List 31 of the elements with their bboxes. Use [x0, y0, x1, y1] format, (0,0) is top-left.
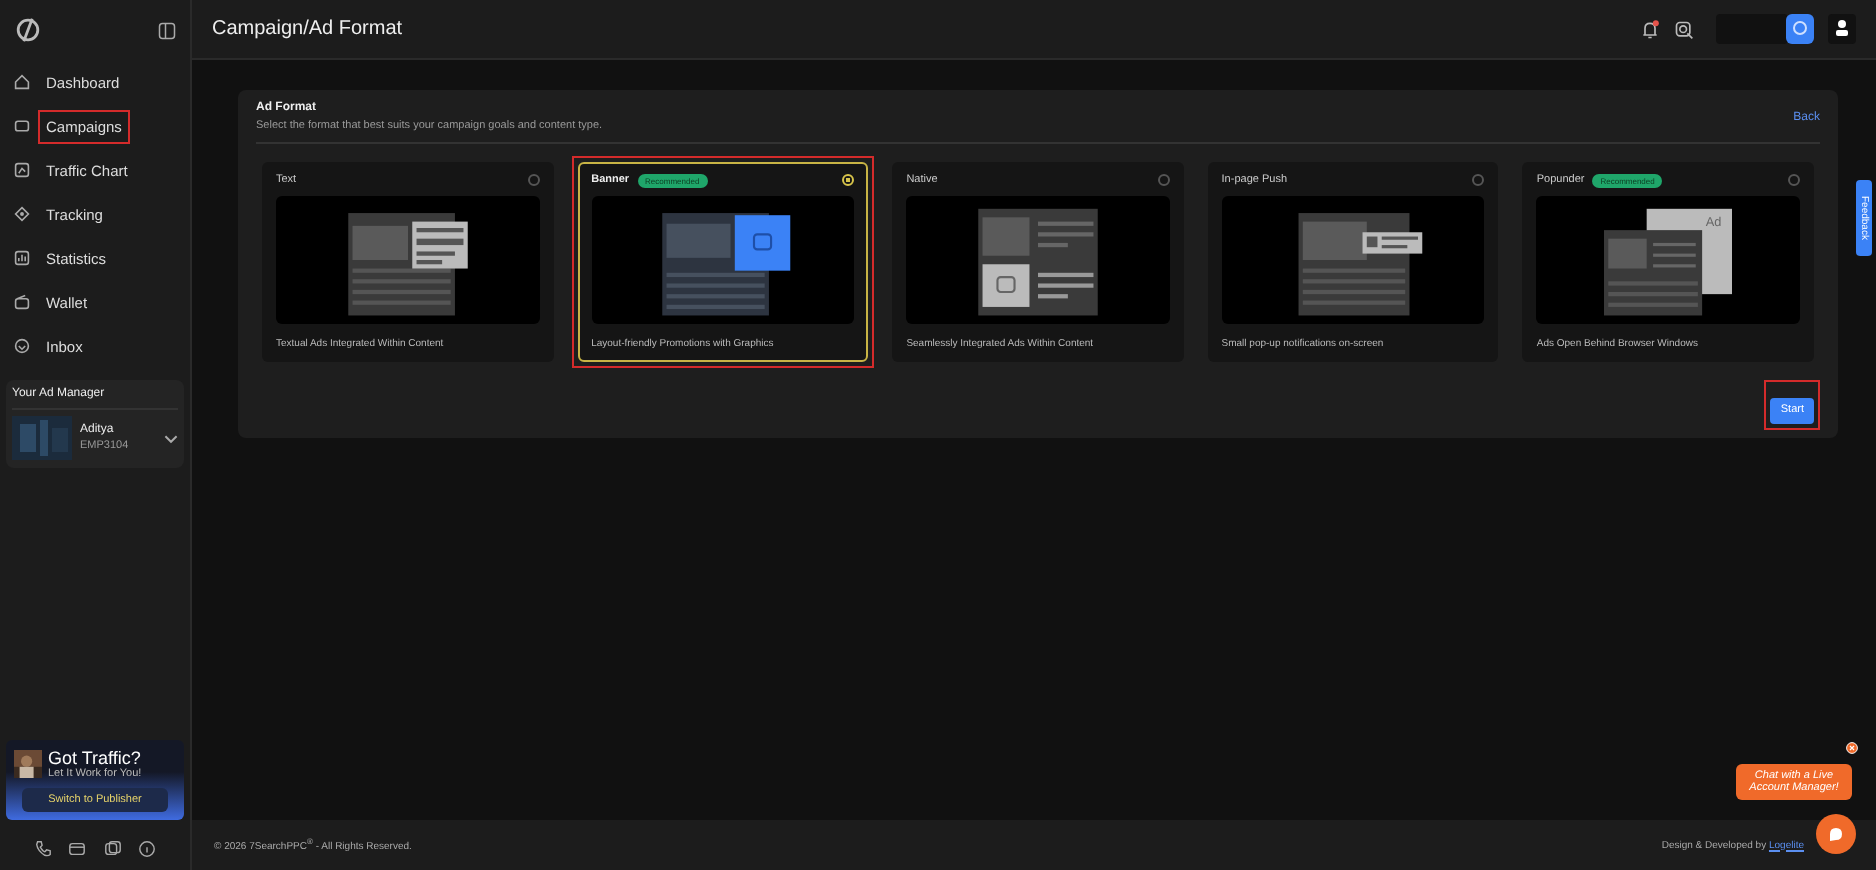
- close-icon[interactable]: [1846, 742, 1858, 754]
- logo-icon: [14, 16, 42, 44]
- chevron-down-icon[interactable]: [164, 433, 178, 443]
- mail-icon[interactable]: [68, 840, 87, 858]
- stats-icon: [14, 250, 30, 266]
- user-button[interactable]: [1828, 14, 1856, 44]
- chat-icon[interactable]: [103, 840, 122, 858]
- radio-button[interactable]: [1787, 174, 1800, 186]
- radio-button[interactable]: [1157, 174, 1170, 186]
- user-icon: [1832, 18, 1852, 38]
- balance-field[interactable]: [1716, 14, 1788, 44]
- home-icon: [14, 74, 30, 90]
- bell-icon[interactable]: [1640, 19, 1660, 39]
- sidebar-toggle-icon[interactable]: [158, 21, 176, 39]
- radio-button[interactable]: [527, 174, 540, 186]
- target-icon: [14, 206, 30, 222]
- chart-icon: [14, 162, 30, 178]
- radio-button[interactable]: [842, 174, 855, 186]
- inbox-icon: [14, 338, 30, 354]
- wallet-icon: [14, 294, 30, 310]
- ad-icon: [14, 118, 30, 134]
- phone-icon[interactable]: [34, 840, 53, 858]
- page-title: Campaign/Ad Format: [212, 18, 403, 40]
- chat-button[interactable]: [1816, 814, 1856, 854]
- refresh-button[interactable]: [1786, 14, 1814, 44]
- radio-button[interactable]: [1472, 174, 1485, 186]
- promo-title: Got Traffic?: [48, 748, 142, 768]
- refresh-icon: [1790, 18, 1810, 38]
- info-icon[interactable]: [137, 840, 156, 858]
- chat-bubble-icon: [1826, 824, 1846, 844]
- search-icon[interactable]: [1674, 19, 1694, 39]
